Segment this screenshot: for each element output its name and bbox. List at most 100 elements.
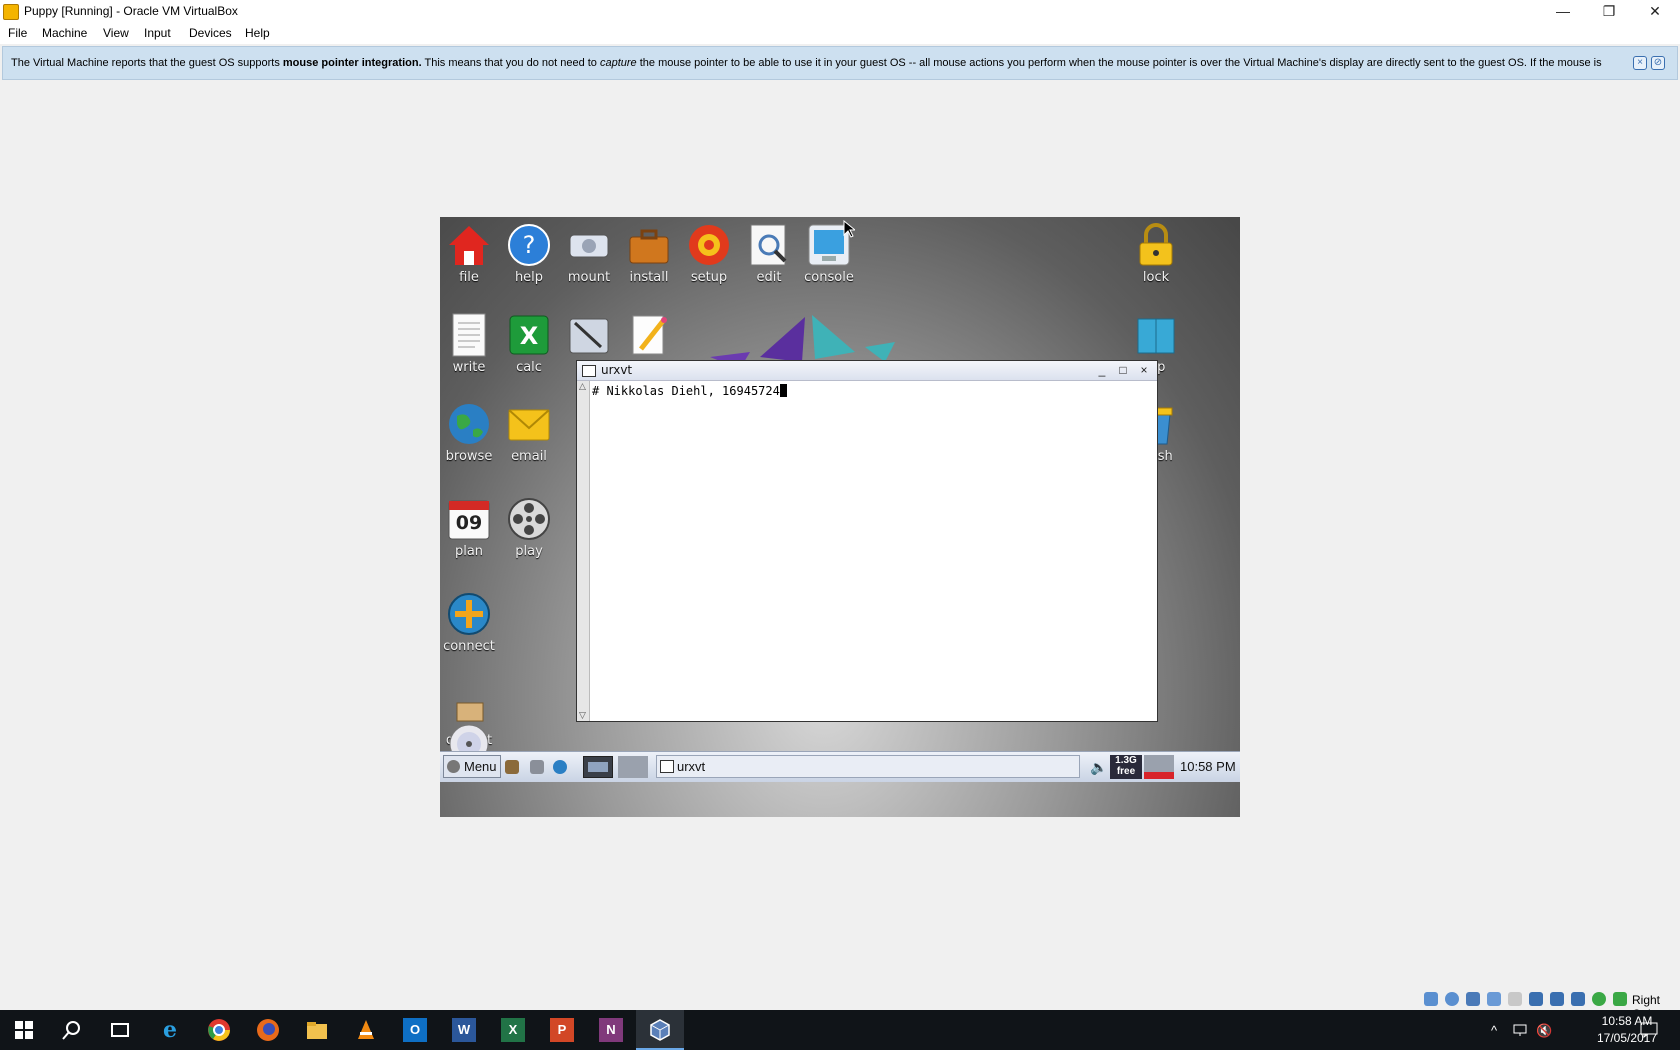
menu-input[interactable]: Input bbox=[144, 26, 171, 40]
excel-icon[interactable]: X bbox=[501, 1018, 525, 1042]
desktop-icon-file[interactable]: file bbox=[440, 223, 501, 285]
word-icon[interactable]: W bbox=[452, 1018, 476, 1042]
desktop-icon-draw[interactable] bbox=[557, 313, 621, 357]
status-recording-icon[interactable] bbox=[1571, 992, 1585, 1006]
drive-icon bbox=[567, 223, 611, 267]
status-shared-folders-icon[interactable] bbox=[1529, 992, 1543, 1006]
desktop-icon-help[interactable]: ? help bbox=[497, 223, 561, 285]
virtualbox-icon bbox=[3, 4, 19, 20]
vm-display[interactable]: file ? help mount install setup edit con… bbox=[440, 217, 1240, 817]
svg-text:?: ? bbox=[523, 231, 536, 259]
terminal-window[interactable]: urxvt _ □ × △ ▽ # Nikkolas Diehl, 169457… bbox=[576, 360, 1158, 722]
free-space-amount: 1.3G bbox=[1115, 755, 1137, 766]
free-space-indicator[interactable]: 1.3G free bbox=[1110, 755, 1142, 779]
status-audio-icon[interactable] bbox=[1466, 992, 1480, 1006]
status-display-icon[interactable] bbox=[1550, 992, 1564, 1006]
pager-desktop-2[interactable] bbox=[618, 756, 648, 778]
volume-icon[interactable]: 🔈 bbox=[1090, 759, 1107, 776]
menu-machine[interactable]: Machine bbox=[42, 26, 87, 40]
menubar: File Machine View Input Devices Help bbox=[0, 24, 1680, 44]
menu-help[interactable]: Help bbox=[245, 26, 270, 40]
home-icon bbox=[447, 223, 491, 267]
menu-file[interactable]: File bbox=[8, 26, 27, 40]
chrome-icon[interactable] bbox=[207, 1018, 231, 1042]
desktop-icon-edit[interactable]: edit bbox=[737, 223, 801, 285]
status-network-icon[interactable] bbox=[1487, 992, 1501, 1006]
notice-dont-show-icon[interactable]: ⊘ bbox=[1651, 56, 1665, 70]
desktop-icon-label: install bbox=[629, 270, 669, 285]
desktop-icon-label: edit bbox=[756, 270, 782, 285]
film-reel-icon bbox=[507, 497, 551, 541]
desktop-icon-setup[interactable]: setup bbox=[677, 223, 741, 285]
terminal-maximize-button[interactable]: □ bbox=[1115, 362, 1131, 378]
terminal-scrollbar[interactable]: △ ▽ bbox=[577, 381, 590, 721]
desktop-icon-write[interactable]: write bbox=[440, 313, 501, 375]
start-icon[interactable] bbox=[12, 1018, 36, 1042]
file-explorer-icon[interactable] bbox=[305, 1018, 329, 1042]
desktop-icon-label: mount bbox=[567, 270, 611, 285]
scroll-up-icon[interactable]: △ bbox=[578, 381, 587, 392]
briefcase-icon bbox=[627, 223, 671, 267]
minimize-button[interactable]: — bbox=[1540, 0, 1586, 24]
desktop-icon-browse[interactable]: browse bbox=[440, 402, 501, 464]
terminal-minimize-button[interactable]: _ bbox=[1094, 362, 1110, 378]
outlook-icon[interactable]: O bbox=[403, 1018, 427, 1042]
guest-clock[interactable]: 10:58 PM bbox=[1180, 759, 1236, 774]
draw-icon bbox=[567, 313, 611, 357]
document-icon bbox=[447, 313, 491, 357]
notice-close-icon[interactable]: × bbox=[1633, 56, 1647, 70]
terminal-close-button[interactable]: × bbox=[1136, 362, 1152, 378]
taskbar-urxvt-button[interactable]: urxvt bbox=[656, 755, 1080, 778]
powerpoint-icon[interactable]: P bbox=[550, 1018, 574, 1042]
show-hidden-icons[interactable]: ^ bbox=[1491, 1023, 1497, 1038]
desktop-icon-plan[interactable]: 09 plan bbox=[440, 497, 501, 559]
terminal-titlebar[interactable]: urxvt _ □ × bbox=[577, 361, 1157, 381]
quicklaunch-browser-icon[interactable] bbox=[553, 760, 567, 774]
network-icon[interactable] bbox=[1512, 1023, 1528, 1037]
menu-devices[interactable]: Devices bbox=[189, 26, 232, 40]
guest-menu-button[interactable]: Menu bbox=[443, 755, 501, 778]
desktop-icon-lock[interactable]: lock bbox=[1124, 223, 1188, 285]
desktop-icon-calc[interactable]: X calc bbox=[497, 313, 561, 375]
desktop-icon-label: browse bbox=[445, 449, 493, 464]
desktop-icon-label: play bbox=[515, 544, 543, 559]
desktop-icon-label: write bbox=[452, 360, 486, 375]
pencil-icon bbox=[627, 313, 671, 357]
setup-icon bbox=[687, 223, 731, 267]
volume-muted-icon[interactable]: 🔇 bbox=[1536, 1023, 1552, 1039]
terminal-output[interactable]: # Nikkolas Diehl, 16945724 bbox=[592, 384, 787, 398]
desktop-icon-mount[interactable]: mount bbox=[557, 223, 621, 285]
edge-icon[interactable]: e bbox=[158, 1018, 182, 1042]
quicklaunch-drive-icon[interactable] bbox=[530, 760, 544, 774]
restore-button[interactable]: ❐ bbox=[1586, 0, 1632, 24]
menu-view[interactable]: View bbox=[103, 26, 129, 40]
search-icon[interactable] bbox=[60, 1018, 84, 1042]
terminal-line: # Nikkolas Diehl, 16945724 bbox=[592, 384, 780, 398]
status-optical-icon[interactable] bbox=[1445, 992, 1459, 1006]
pager-window-thumb bbox=[588, 762, 608, 772]
desktop-icon-notes[interactable] bbox=[617, 313, 681, 357]
vlc-icon[interactable] bbox=[354, 1018, 378, 1042]
task-view-icon[interactable] bbox=[108, 1018, 132, 1042]
terminal-cursor bbox=[779, 384, 787, 397]
status-mouse-icon[interactable] bbox=[1613, 992, 1627, 1006]
desktop-icon-install[interactable]: install bbox=[617, 223, 681, 285]
status-usb-icon[interactable] bbox=[1508, 992, 1522, 1006]
pager-desktop-1[interactable] bbox=[583, 756, 613, 778]
desktop-icon-connect[interactable]: connect bbox=[440, 592, 501, 654]
desktop-icon-email[interactable]: email bbox=[497, 402, 561, 464]
firefox-icon[interactable] bbox=[256, 1018, 280, 1042]
desktop-icon-play[interactable]: play bbox=[497, 497, 561, 559]
action-center-icon[interactable] bbox=[1640, 1022, 1658, 1038]
status-hdd-icon[interactable] bbox=[1424, 992, 1438, 1006]
archive-icon bbox=[1134, 313, 1178, 357]
spreadsheet-icon: X bbox=[507, 313, 551, 357]
onenote-icon[interactable]: N bbox=[599, 1018, 623, 1042]
close-button[interactable]: ✕ bbox=[1632, 0, 1678, 24]
desktop-icon-label: setup bbox=[690, 270, 728, 285]
quicklaunch-tools-icon[interactable] bbox=[505, 760, 519, 774]
status-vtx-icon[interactable] bbox=[1592, 992, 1606, 1006]
virtualbox-taskbar-button[interactable] bbox=[636, 1010, 684, 1050]
scroll-down-icon[interactable]: ▽ bbox=[578, 710, 587, 721]
desktop-icon-label: calc bbox=[516, 360, 542, 375]
